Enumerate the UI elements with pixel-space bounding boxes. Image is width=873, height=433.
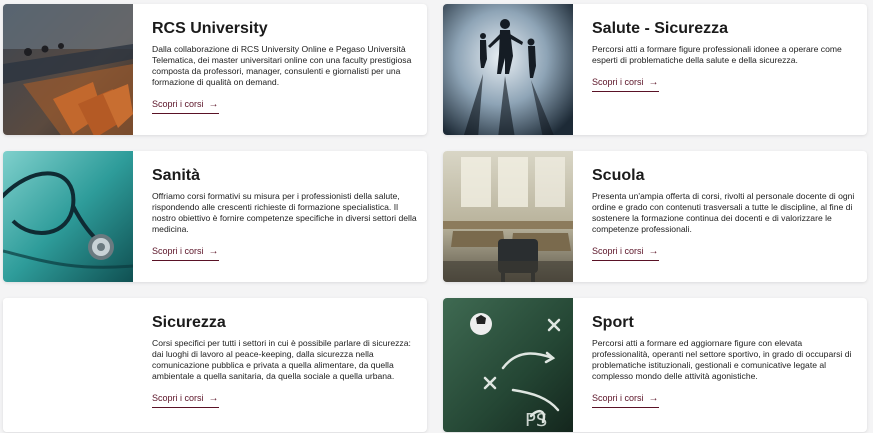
card-description: Dalla collaborazione di RCS University O… (152, 44, 412, 87)
card-title: Sicurezza (152, 314, 226, 331)
discover-courses-label: Scopri i corsi (592, 76, 644, 87)
course-card-sport[interactable]: PS Sport Percorsi atti a formare ed aggi… (443, 298, 867, 432)
course-card-sanita[interactable]: Sanità Offriamo corsi formativi su misur… (3, 151, 427, 282)
card-image-classroom (443, 151, 573, 282)
arrow-right-icon: → (208, 98, 219, 110)
discover-courses-label: Scopri i corsi (152, 98, 204, 109)
discover-courses-link[interactable]: Scopri i corsi → (592, 393, 659, 408)
arrow-right-icon: → (208, 245, 219, 257)
card-description: Corsi specifici per tutti i settori in c… (152, 338, 411, 381)
card-image-silhouettes (443, 4, 573, 135)
discover-courses-label: Scopri i corsi (592, 245, 644, 256)
card-description: Percorsi atti a formare ed aggiornare fi… (592, 338, 852, 381)
discover-courses-link[interactable]: Scopri i corsi → (592, 246, 659, 261)
discover-courses-label: Scopri i corsi (592, 392, 644, 403)
discover-courses-link[interactable]: Scopri i corsi → (152, 393, 219, 408)
discover-courses-label: Scopri i corsi (152, 392, 204, 403)
card-image-tactics-board: PS (443, 298, 573, 432)
card-title: Scuola (592, 167, 645, 184)
discover-courses-link[interactable]: Scopri i corsi → (152, 99, 219, 114)
card-image-placeholder (3, 298, 133, 432)
card-image-lecture-hall (3, 4, 133, 135)
arrow-right-icon: → (648, 76, 659, 88)
card-image-stethoscope (3, 151, 133, 282)
card-title: Sanità (152, 167, 201, 184)
discover-courses-link[interactable]: Scopri i corsi → (592, 77, 659, 92)
card-description: Presenta un'ampia offerta di corsi, rivo… (592, 191, 855, 234)
card-title: RCS University (152, 20, 268, 37)
course-card-salute-sicurezza[interactable]: Salute - Sicurezza Percorsi atti a forma… (443, 4, 867, 135)
card-title: Sport (592, 314, 634, 331)
card-description: Offriamo corsi formativi su misura per i… (152, 191, 417, 234)
card-description: Percorsi atti a formare figure professio… (592, 44, 842, 65)
card-title: Salute - Sicurezza (592, 20, 729, 37)
arrow-right-icon: → (208, 392, 219, 404)
course-card-scuola[interactable]: Scuola Presenta un'ampia offerta di cors… (443, 151, 867, 282)
svg-text:PS: PS (525, 410, 547, 431)
discover-courses-link[interactable]: Scopri i corsi → (152, 246, 219, 261)
course-card-sicurezza[interactable]: Sicurezza Corsi specifici per tutti i se… (3, 298, 427, 432)
course-card-rcs-university[interactable]: RCS University Dalla collaborazione di R… (3, 4, 427, 135)
discover-courses-label: Scopri i corsi (152, 245, 204, 256)
arrow-right-icon: → (648, 392, 659, 404)
arrow-right-icon: → (648, 245, 659, 257)
